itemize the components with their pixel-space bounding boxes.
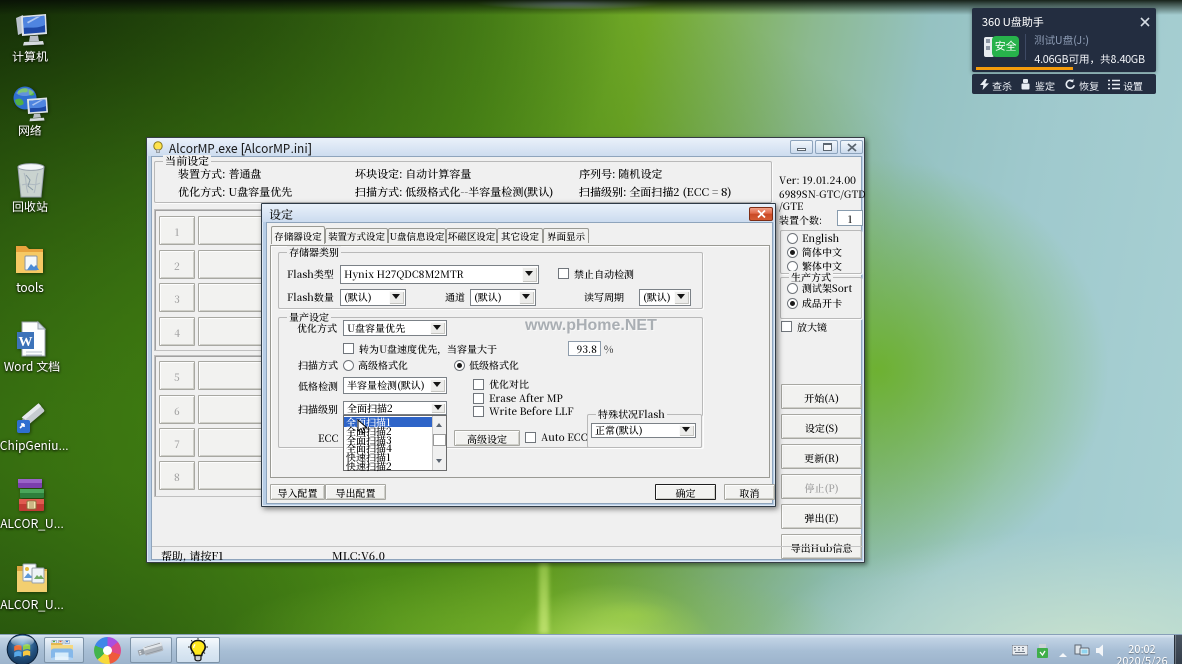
svg-text:W: W xyxy=(19,335,33,350)
